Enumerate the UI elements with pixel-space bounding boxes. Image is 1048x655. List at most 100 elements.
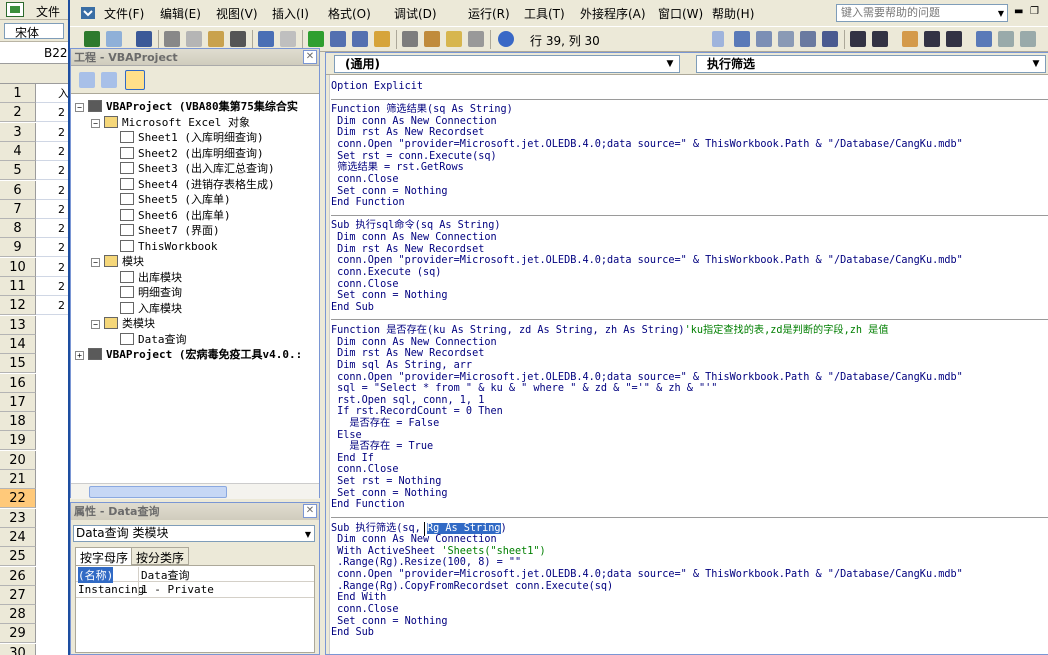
row-header[interactable]: 29 bbox=[0, 624, 36, 644]
row-header[interactable]: 9 bbox=[0, 238, 36, 258]
close-icon[interactable]: ✕ bbox=[303, 50, 317, 64]
cell[interactable]: 2 bbox=[36, 181, 68, 200]
row-header[interactable]: 25 bbox=[0, 547, 36, 567]
menu-item[interactable]: 格式(O) bbox=[328, 5, 371, 22]
row-header[interactable]: 21 bbox=[0, 470, 36, 489]
tree-node[interactable]: − 类模块 bbox=[91, 316, 155, 331]
cell[interactable]: 2 bbox=[36, 258, 68, 277]
view-object-icon[interactable] bbox=[101, 72, 117, 88]
help-search-input[interactable]: 键入需要帮助的问题 bbox=[836, 4, 1008, 22]
toolbar-options-icon[interactable] bbox=[712, 31, 724, 47]
name-box[interactable]: B22 bbox=[0, 44, 68, 64]
tree-node[interactable]: 明细查询 bbox=[107, 285, 182, 300]
complete-word-icon[interactable] bbox=[822, 31, 838, 47]
menu-item[interactable]: 插入(I) bbox=[272, 5, 309, 22]
indent-icon[interactable] bbox=[850, 31, 866, 47]
tree-node[interactable]: Sheet3 (出入库汇总查询) bbox=[107, 161, 275, 176]
minimize-icon[interactable]: ▬ bbox=[1014, 6, 1023, 17]
cut-icon[interactable] bbox=[164, 31, 180, 47]
object-selector[interactable]: Data查询 类模块 bbox=[73, 525, 315, 542]
reset-icon[interactable] bbox=[352, 31, 368, 47]
row-header[interactable]: 10 bbox=[0, 257, 36, 277]
cell[interactable]: 入 bbox=[36, 84, 68, 103]
quick-info-icon[interactable] bbox=[778, 31, 794, 47]
row-header[interactable]: 7 bbox=[0, 199, 36, 219]
cell[interactable]: 2 bbox=[36, 142, 68, 161]
cell[interactable]: 2 bbox=[36, 161, 68, 181]
tree-node[interactable]: Sheet5 (入库单) bbox=[107, 192, 231, 207]
row-header[interactable]: 11 bbox=[0, 277, 36, 296]
uncomment-block-icon[interactable] bbox=[946, 31, 962, 47]
tree-node[interactable]: Data查询 bbox=[107, 332, 187, 347]
list-constants-icon[interactable] bbox=[756, 31, 772, 47]
property-row[interactable]: (名称) Data查询 bbox=[76, 566, 314, 583]
expand-icon[interactable]: − bbox=[91, 118, 100, 128]
horizontal-scrollbar[interactable] bbox=[71, 483, 319, 499]
tab-categorized[interactable]: 按分类序 bbox=[131, 547, 190, 565]
row-header[interactable]: 13 bbox=[0, 315, 36, 335]
menu-item[interactable]: 工具(T) bbox=[524, 5, 565, 22]
toggle-folders-icon[interactable] bbox=[125, 70, 145, 90]
object-combo[interactable]: (通用) ▼ bbox=[334, 55, 680, 73]
cell[interactable]: 2 bbox=[36, 238, 68, 258]
selected-text[interactable]: Rg As String bbox=[426, 522, 501, 534]
row-header[interactable]: 16 bbox=[0, 373, 36, 393]
menu-item[interactable]: 运行(R) bbox=[468, 5, 510, 22]
tree-node[interactable]: − VBAProject (VBA80集第75集综合实 bbox=[75, 99, 298, 114]
expand-icon[interactable]: − bbox=[75, 103, 84, 112]
insert-module-icon[interactable] bbox=[106, 31, 122, 47]
tree-node[interactable]: Sheet6 (出库单) bbox=[107, 208, 231, 223]
scrollbar-thumb[interactable] bbox=[89, 486, 227, 498]
row-header[interactable]: 24 bbox=[0, 527, 36, 547]
copy-icon[interactable] bbox=[186, 31, 202, 47]
tree-node[interactable]: 入库模块 bbox=[107, 301, 182, 316]
restore-icon[interactable]: ❐ bbox=[1030, 6, 1039, 17]
toolbox-icon[interactable] bbox=[468, 31, 484, 47]
cell[interactable]: 2 bbox=[36, 200, 68, 219]
outdent-icon[interactable] bbox=[872, 31, 888, 47]
close-icon[interactable]: ✕ bbox=[303, 504, 317, 518]
tree-node[interactable]: Sheet7 (界面) bbox=[107, 223, 220, 238]
tab-alphabetic[interactable]: 按字母序 bbox=[75, 547, 134, 565]
tree-node[interactable]: Sheet1 (入库明细查询) bbox=[107, 130, 264, 145]
tree-node[interactable]: 出库模块 bbox=[107, 270, 182, 285]
property-row[interactable]: Instancing 1 - Private bbox=[76, 582, 314, 598]
expand-icon[interactable]: − bbox=[91, 320, 100, 329]
row-header[interactable]: 23 bbox=[0, 508, 36, 528]
row-header[interactable]: 15 bbox=[0, 354, 36, 374]
help-icon[interactable] bbox=[498, 31, 514, 47]
tree-node[interactable]: − 模块 bbox=[91, 254, 144, 269]
run-icon[interactable] bbox=[308, 31, 324, 47]
row-header[interactable]: 1 bbox=[0, 84, 36, 103]
row-header[interactable]: 19 bbox=[0, 431, 36, 451]
row-header[interactable]: 30 bbox=[0, 643, 36, 655]
row-header[interactable]: 4 bbox=[0, 141, 36, 161]
row-header[interactable]: 17 bbox=[0, 392, 36, 412]
property-value[interactable]: Data查询 bbox=[138, 567, 314, 583]
row-header[interactable]: 28 bbox=[0, 605, 36, 625]
property-value[interactable]: 1 - Private bbox=[138, 583, 314, 596]
tree-node[interactable]: ThisWorkbook bbox=[107, 239, 217, 254]
cell[interactable]: 2 bbox=[36, 277, 68, 296]
cell[interactable]: 2 bbox=[36, 296, 68, 316]
next-bookmark-icon[interactable] bbox=[998, 31, 1014, 47]
row-header[interactable]: 20 bbox=[0, 450, 36, 470]
font-name-box[interactable]: 宋体 bbox=[4, 23, 64, 40]
cell[interactable]: 2 bbox=[36, 219, 68, 239]
row-header[interactable]: 22 bbox=[0, 489, 36, 509]
menu-item[interactable]: 帮助(H) bbox=[712, 5, 754, 22]
tree-node[interactable]: − Microsoft Excel 对象 bbox=[91, 115, 250, 130]
pause-icon[interactable] bbox=[330, 31, 346, 47]
menu-item[interactable]: 文件(F) bbox=[104, 5, 144, 22]
object-browser-icon[interactable] bbox=[446, 31, 462, 47]
row-header[interactable]: 2 bbox=[0, 103, 36, 123]
previous-bookmark-icon[interactable] bbox=[1020, 31, 1036, 47]
row-header[interactable]: 12 bbox=[0, 296, 36, 316]
tree-node[interactable]: Sheet2 (出库明细查询) bbox=[107, 146, 264, 161]
design-mode-icon[interactable] bbox=[374, 31, 390, 47]
row-header[interactable]: 26 bbox=[0, 566, 36, 586]
toggle-bookmark-icon[interactable] bbox=[976, 31, 992, 47]
code-editor[interactable]: Option Explicit Function 筛选结果(sq As Strin… bbox=[331, 75, 1048, 654]
paste-icon[interactable] bbox=[208, 31, 224, 47]
menu-item[interactable]: 外接程序(A) bbox=[580, 5, 646, 22]
